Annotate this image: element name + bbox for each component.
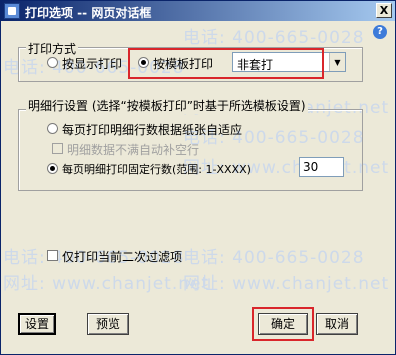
watermark-phone: 电话: 400-665-0028 [183,248,365,268]
cancel-button[interactable]: 取消 [316,313,358,335]
radio-auto-rows[interactable] [47,123,58,134]
chevron-down-icon[interactable]: ▼ [329,53,345,71]
close-button[interactable]: X [376,3,392,18]
ok-highlight-box [252,307,314,341]
watermark-site: 网址: www.chanjet.net [3,274,210,294]
preview-button[interactable]: 预览 [87,313,129,335]
radio-display-print[interactable] [47,57,58,68]
watermark-site: 网址: www.chanjet.net [183,274,390,294]
display-print-label[interactable]: 按显示打印 [62,55,122,72]
dialog-window: 打印选项 -- 网页对话框 X ? 电话: 400-665-0028 电话: 4… [0,0,396,355]
fixed-rows-label[interactable]: 每页明细打印固定行数(范围: 1-XXXX) [62,161,251,177]
help-icon[interactable]: ? [373,25,387,39]
fill-empty-rows-label: 明细数据不满自动补空行 [67,143,200,157]
window-title: 打印选项 -- 网页对话框 [25,6,152,20]
filter-only-checkbox[interactable] [47,250,58,261]
detail-rows-legend: 明细行设置 (选择“按模板打印”时基于所选模板设置) [26,97,308,114]
setup-button[interactable]: 设置 [18,313,56,335]
highlight-box [128,48,324,79]
fill-empty-rows-checkbox [52,143,63,154]
radio-fixed-rows[interactable] [47,163,58,174]
auto-rows-label[interactable]: 每页打印明细行数根据纸张自适应 [62,121,242,138]
filter-only-label[interactable]: 仅打印当前二次过滤项 [62,248,182,265]
fixed-rows-input[interactable]: 30 [299,157,344,177]
title-bar[interactable]: 打印选项 -- 网页对话框 X [1,1,395,21]
watermark-phone: 电话: 400-665-0028 [183,28,365,48]
window-icon [4,3,20,19]
